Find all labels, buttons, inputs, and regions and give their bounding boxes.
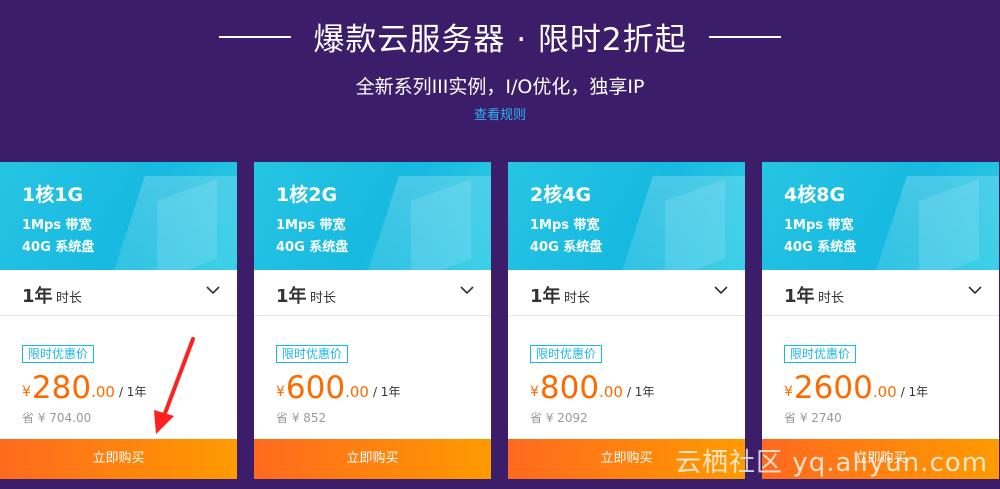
promo-badge: 限时优惠价 [530, 345, 603, 363]
duration-value: 1年 [22, 286, 53, 307]
chevron-down-icon[interactable] [713, 282, 729, 298]
duration-select[interactable]: 1年 时长 [254, 270, 491, 316]
price-decimal: .00 [91, 383, 115, 401]
spec-title: 1核1G [22, 184, 84, 206]
title-line-right [708, 35, 781, 38]
disk-label: 40G 系统盘 [22, 240, 95, 255]
savings-text: 省 ¥ 852 [276, 411, 327, 425]
savings-text: 省 ¥ 704.00 [22, 411, 92, 425]
price: ¥ 800 .00 / 1年 [530, 367, 654, 405]
disk-label: 40G 系统盘 [784, 240, 857, 255]
price-integer: 2600 [793, 370, 873, 406]
card-header: 4核8G 1Mps 带宽 40G 系统盘 [762, 162, 999, 270]
duration-unit: 时长 [564, 291, 591, 306]
duration-select[interactable]: 1年 时长 [0, 270, 237, 316]
promo-badge: 限时优惠价 [276, 345, 349, 363]
card-header: 1核2G 1Mps 带宽 40G 系统盘 [254, 162, 491, 270]
page-subtitle: 全新系列III实例，I/O优化，独享IP [355, 76, 645, 98]
duration-select[interactable]: 1年 时长 [762, 270, 999, 316]
buy-now-button[interactable]: 立即购买 [254, 439, 491, 479]
duration-value: 1年 [530, 286, 561, 307]
bandwidth-label: 1Mps 带宽 [276, 218, 346, 233]
duration-unit: 时长 [56, 291, 83, 306]
product-card-4: 4核8G 1Mps 带宽 40G 系统盘 1年 时长 限时优惠价 ¥ 2600 … [762, 162, 999, 479]
currency-symbol: ¥ [22, 384, 31, 400]
chevron-down-icon[interactable] [205, 282, 221, 298]
bandwidth-label: 1Mps 带宽 [22, 218, 92, 233]
spec-title: 1核2G [276, 184, 338, 206]
price: ¥ 600 .00 / 1年 [276, 367, 400, 405]
disk-label: 40G 系统盘 [530, 240, 603, 255]
price-period: / 1年 [372, 385, 401, 399]
product-card-1: 1核1G 1Mps 带宽 40G 系统盘 1年 时长 限时优惠价 ¥ 280 .… [0, 162, 237, 479]
card-header: 2核4G 1Mps 带宽 40G 系统盘 [508, 162, 745, 270]
price-integer: 800 [539, 370, 600, 406]
watermark: 云栖社区 yq.aliyun.com [675, 448, 988, 478]
duration-select[interactable]: 1年 时长 [508, 270, 745, 316]
savings-text: 省 ¥ 2092 [530, 411, 588, 425]
spec-title: 4核8G [784, 184, 846, 206]
savings-text: 省 ¥ 2740 [784, 411, 842, 425]
price-period: / 1年 [118, 385, 147, 399]
product-card-2: 1核2G 1Mps 带宽 40G 系统盘 1年 时长 限时优惠价 ¥ 600 .… [254, 162, 491, 479]
bandwidth-label: 1Mps 带宽 [784, 218, 854, 233]
chevron-down-icon[interactable] [459, 282, 475, 298]
price-integer: 280 [31, 370, 92, 406]
promo-badge: 限时优惠价 [784, 345, 857, 363]
disk-label: 40G 系统盘 [276, 240, 349, 255]
price-integer: 600 [285, 370, 346, 406]
price-decimal: .00 [599, 383, 623, 401]
promo-badge: 限时优惠价 [22, 345, 95, 363]
spec-title: 2核4G [530, 184, 592, 206]
currency-symbol: ¥ [276, 384, 285, 400]
price-decimal: .00 [345, 383, 369, 401]
hero-banner: 爆款云服务器 · 限时2折起 全新系列III实例，I/O优化，独享IP 查看规则 [0, 0, 1000, 160]
duration-unit: 时长 [310, 291, 337, 306]
price: ¥ 280 .00 / 1年 [22, 367, 146, 405]
duration-unit: 时长 [818, 291, 845, 306]
currency-symbol: ¥ [784, 384, 793, 400]
page-title: 爆款云服务器 · 限时2折起 [313, 22, 687, 58]
chevron-down-icon[interactable] [967, 282, 983, 298]
buy-now-button[interactable]: 立即购买 [0, 439, 237, 479]
card-header: 1核1G 1Mps 带宽 40G 系统盘 [0, 162, 237, 270]
price: ¥ 2600 .00 / 1年 [784, 367, 928, 405]
price-decimal: .00 [872, 383, 897, 401]
price-period: / 1年 [626, 385, 655, 399]
price-period: / 1年 [900, 385, 929, 399]
currency-symbol: ¥ [530, 384, 539, 400]
duration-value: 1年 [276, 286, 307, 307]
duration-value: 1年 [784, 286, 815, 307]
product-card-3: 2核4G 1Mps 带宽 40G 系统盘 1年 时长 限时优惠价 ¥ 800 .… [508, 162, 745, 479]
view-rules-link[interactable]: 查看规则 [0, 104, 1000, 123]
bandwidth-label: 1Mps 带宽 [530, 218, 600, 233]
title-line-left [219, 35, 292, 38]
title-row: 爆款云服务器 · 限时2折起 [0, 14, 1000, 59]
